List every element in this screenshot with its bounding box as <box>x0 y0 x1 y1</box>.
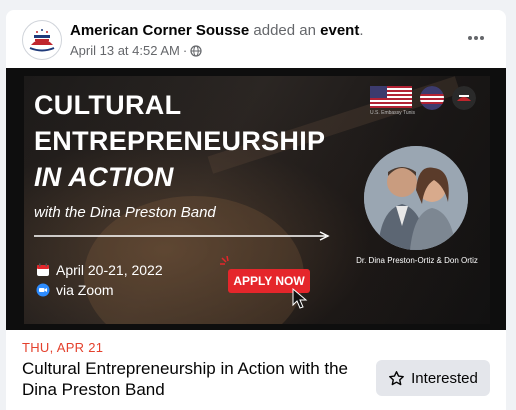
page-avatar[interactable] <box>22 20 62 60</box>
banner-date: April 20-21, 2022 <box>36 262 163 278</box>
event-post-card: American Corner Sousse added an event. A… <box>6 10 506 410</box>
banner-platform: via Zoom <box>36 282 114 298</box>
event-cover-image[interactable]: CULTURAL ENTREPRENEURSHIP IN ACTION with… <box>6 68 506 330</box>
author-name-link[interactable]: American Corner Sousse <box>70 22 249 39</box>
speakers-photo <box>364 146 468 250</box>
interested-button[interactable]: Interested <box>376 360 490 396</box>
star-outline-icon <box>389 370 405 385</box>
banner-title-line-2: ENTREPRENEURSHIP <box>34 126 326 156</box>
globe-icon <box>190 44 202 57</box>
post-header: American Corner Sousse added an event. A… <box>6 10 506 68</box>
arrow-divider-icon <box>34 231 330 241</box>
post-timestamp[interactable]: April 13 at 4:52 AM <box>70 43 180 58</box>
more-options-button[interactable] <box>462 24 490 52</box>
banner-platform-text: via Zoom <box>56 282 114 298</box>
banner-title-line-1: CULTURAL <box>34 90 182 120</box>
meta-separator: · <box>182 43 188 58</box>
event-title-link[interactable]: Cultural Entrepreneurship in Action with… <box>22 358 362 400</box>
us-flag-icon <box>370 86 412 108</box>
zoom-video-icon <box>36 283 50 297</box>
calendar-icon <box>37 263 49 276</box>
us-flag-badge-icon <box>420 86 444 110</box>
post-action-text: added an <box>253 22 316 39</box>
american-corner-logo-icon <box>24 22 60 58</box>
click-spark-icon <box>220 256 229 265</box>
event-link[interactable]: event <box>320 22 359 39</box>
banner-date-text: April 20-21, 2022 <box>56 262 163 278</box>
event-date: THU, APR 21 <box>22 340 104 355</box>
interested-label: Interested <box>411 369 478 387</box>
banner-subtitle: with the Dina Preston Band <box>34 204 216 221</box>
american-corner-badge-icon <box>452 86 476 110</box>
post-action-period: . <box>359 22 364 39</box>
flag-caption: U.S. Embassy Tunis <box>370 110 416 116</box>
event-details: THU, APR 21 Cultural Entrepreneurship in… <box>6 330 506 410</box>
more-horizontal-icon <box>468 36 484 40</box>
cursor-arrow-icon <box>292 288 308 309</box>
speakers-portrait-icon <box>364 146 468 250</box>
speakers-caption: Dr. Dina Preston-Ortiz & Don Ortiz <box>356 256 478 265</box>
post-meta: April 13 at 4:52 AM · <box>70 43 202 58</box>
post-author-line: American Corner Sousse added an event. <box>70 22 364 39</box>
banner-title-line-3: IN ACTION <box>34 162 174 192</box>
event-banner: CULTURAL ENTREPRENEURSHIP IN ACTION with… <box>24 76 490 324</box>
